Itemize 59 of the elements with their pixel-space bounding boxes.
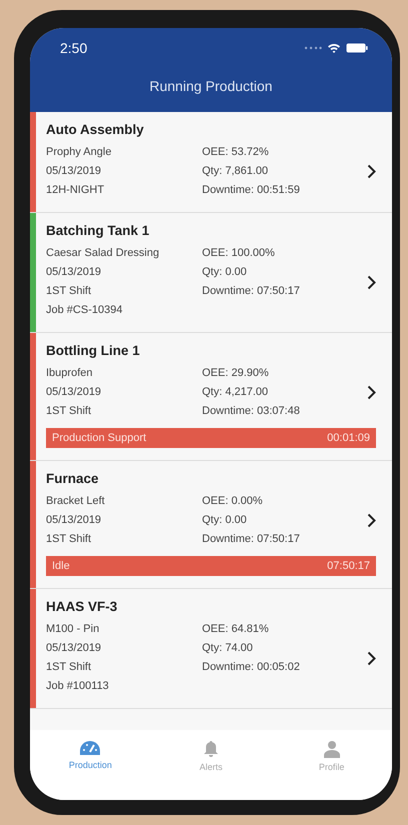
- downtime-text: Downtime: 07:50:17: [202, 284, 300, 299]
- machine-name: Auto Assembly: [46, 122, 145, 137]
- signal-icon: [304, 46, 322, 50]
- downtime-text: Downtime: 07:50:17: [202, 532, 300, 547]
- qty-text: Qty: 0.00: [202, 513, 248, 528]
- date-text: 05/13/2019: [46, 385, 102, 400]
- qty-text: Qty: 74.00: [202, 641, 254, 656]
- machine-name: Furnace: [46, 471, 100, 486]
- chevron-right-icon: [367, 650, 376, 666]
- oee-text: OEE: 0.00%: [202, 494, 264, 509]
- oee-text: OEE: 29.90%: [202, 366, 270, 381]
- alert-time: 07:50:17: [327, 560, 370, 572]
- chevron-right-icon: [367, 385, 376, 400]
- product-name: M100 - Pin: [46, 622, 100, 637]
- machine-name: Batching Tank 1: [46, 223, 150, 238]
- job-number: Job #CS-10394: [46, 303, 124, 318]
- alert-label: Production Support: [52, 432, 146, 444]
- date-text: 05/13/2019: [46, 265, 102, 280]
- downtime-text: Downtime: 00:51:59: [202, 183, 300, 198]
- date-text: 05/13/2019: [46, 164, 102, 179]
- machine-card[interactable]: Batching Tank 1 Caesar Salad Dressing 05/13/2019 1ST Shift Job #CS-10394 OEE: 100.00% Qty: 0.00 Downtime: 07:50:17: [30, 213, 392, 333]
- product-name: Bracket Left: [46, 494, 106, 509]
- machine-card[interactable]: Bottling Line 1 Ibuprofen 05/13/2019 1ST Shift OEE: 29.90% Qty: 4,217.00 Downtime: 03:07:48 Production Support 00:01:09: [30, 333, 392, 461]
- person-icon: [322, 740, 341, 758]
- date-text: 05/13/2019: [46, 513, 102, 528]
- shift-text: 1ST Shift: [46, 532, 92, 547]
- gauge-icon: [79, 740, 102, 756]
- oee-text: OEE: 100.00%: [202, 246, 276, 261]
- alert-label: Idle: [52, 560, 70, 572]
- product-name: Prophy Angle: [46, 145, 112, 160]
- battery-icon: [346, 43, 368, 53]
- oee-text: OEE: 53.72%: [202, 145, 270, 160]
- bell-icon: [202, 740, 219, 758]
- chevron-right-icon: [367, 513, 376, 528]
- job-number: Job #100113: [46, 679, 110, 694]
- date-text: 05/13/2019: [46, 641, 102, 656]
- machine-card[interactable]: Auto Assembly Prophy Angle 05/13/2019 12H-NIGHT OEE: 53.72% Qty: 7,861.00 Downtime: 00:51:59: [30, 112, 392, 213]
- alert-time: 00:01:09: [327, 432, 370, 444]
- machine-card[interactable]: HAAS VF-3 M100 - Pin 05/13/2019 1ST Shift Job #100113 OEE: 64.81% Qty: 74.00 Downtime: 00:05:02: [30, 589, 392, 709]
- machine-card[interactable]: Furnace Bracket Left 05/13/2019 1ST Shift OEE: 0.00% Qty: 0.00 Downtime: 07:50:17 Idle 07:50:17: [30, 461, 392, 589]
- chevron-right-icon: [367, 164, 376, 179]
- qty-text: Qty: 0.00: [202, 265, 248, 280]
- shift-text: 12H-NIGHT: [46, 183, 106, 198]
- screen-title: Running Production: [148, 78, 274, 94]
- product-name: Ibuprofen: [46, 366, 94, 381]
- oee-text: OEE: 64.81%: [202, 622, 270, 637]
- downtime-text: Downtime: 03:07:48: [202, 404, 300, 419]
- qty-text: Qty: 7,861.00: [202, 164, 270, 179]
- downtime-text: Downtime: 00:05:02: [202, 660, 300, 675]
- machine-name: Bottling Line 1: [46, 343, 141, 358]
- product-name: Caesar Salad Dressing: [46, 246, 160, 261]
- shift-text: 1ST Shift: [46, 404, 92, 419]
- qty-text: Qty: 4,217.00: [202, 385, 270, 400]
- chevron-right-icon: [367, 274, 376, 290]
- wifi-icon: [327, 43, 341, 53]
- shift-text: 1ST Shift: [46, 660, 92, 675]
- status-time: 2:50: [60, 40, 88, 56]
- shift-text: 1ST Shift: [46, 284, 92, 299]
- machine-name: HAAS VF-3: [46, 599, 118, 614]
